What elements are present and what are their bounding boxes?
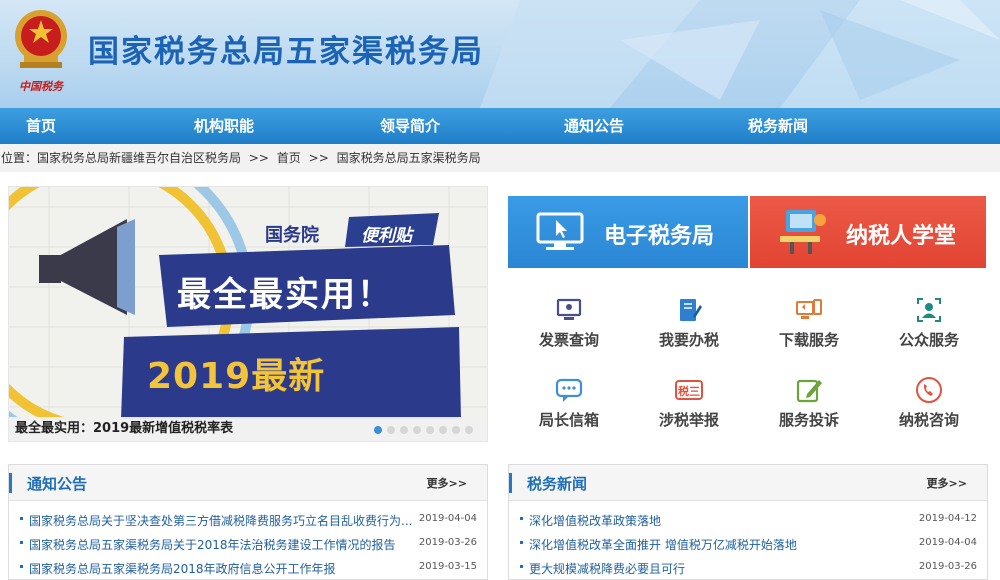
bullet-icon xyxy=(20,517,23,520)
notebook-pen-icon xyxy=(680,299,702,321)
news-link[interactable]: 深化增值税改革全面推开 增值税万亿减税开始落地 xyxy=(529,536,919,553)
notice-date: 2019-04-04 xyxy=(418,513,477,524)
breadcrumb-link-home[interactable]: 首页 xyxy=(277,151,301,165)
breadcrumb-separator: >> xyxy=(308,151,329,165)
notice-more-link[interactable]: 更多>> xyxy=(427,475,467,491)
list-item: 深化增值税改革政策落地 2019-04-12 xyxy=(509,507,987,531)
edit-note-icon xyxy=(796,379,822,403)
notice-link[interactable]: 国家税务总局五家渠税务局2018年政府信息公开工作年报 xyxy=(29,560,419,577)
bullet-icon xyxy=(20,541,23,544)
bullet-icon xyxy=(20,565,23,568)
bullet-icon xyxy=(520,565,523,568)
service-public[interactable]: 公众服务 xyxy=(884,296,974,350)
news-date: 2019-04-12 xyxy=(918,513,977,524)
service-label: 涉税举报 xyxy=(658,411,719,429)
breadcrumb-prefix: 位置： xyxy=(1,151,38,165)
slider-dot[interactable] xyxy=(465,426,473,434)
screen-cursor-icon xyxy=(536,212,584,250)
service-label: 纳税咨询 xyxy=(898,411,959,429)
service-label: 局长信箱 xyxy=(538,411,599,429)
service-handle-tax[interactable]: 我要办税 xyxy=(644,296,734,350)
news-date: 2019-04-04 xyxy=(918,537,977,548)
breadcrumb-link-province[interactable]: 国家税务总局新疆维吾尔自治区税务局 xyxy=(37,151,241,165)
notice-panel-header: 通知公告 更多>> xyxy=(9,465,487,501)
site-title: 国家税务总局五家渠税务局 xyxy=(88,34,484,70)
service-tax-report[interactable]: 税三 涉税举报 xyxy=(644,376,734,430)
nav-item-home[interactable]: 首页 xyxy=(26,108,56,144)
service-label: 公众服务 xyxy=(898,331,959,349)
site-header: 中国税务 国家税务总局五家渠税务局 xyxy=(0,0,1000,108)
list-item: 国家税务总局五家渠税务局2018年政府信息公开工作年报 2019-03-15 xyxy=(9,555,487,579)
panel-accent-bar xyxy=(9,473,12,493)
news-link[interactable]: 更大规模减税降费必要且可行 xyxy=(529,560,919,577)
panel-accent-bar xyxy=(509,473,512,493)
logo-caption: 中国税务 xyxy=(19,80,63,93)
notice-panel: 通知公告 更多>> 国家税务总局关于坚决查处第三方借减税降费服务巧立名目乱收费行… xyxy=(8,464,488,580)
notice-link[interactable]: 国家税务总局五家渠税务局关于2018年法治税务建设工作情况的报告 xyxy=(29,536,419,553)
bullet-icon xyxy=(520,517,523,520)
list-item: 深化增值税改革全面推开 增值税万亿减税开始落地 2019-04-04 xyxy=(509,531,987,555)
bullet-icon xyxy=(520,541,523,544)
notice-date: 2019-03-26 xyxy=(418,537,477,548)
service-consultation[interactable]: 纳税咨询 xyxy=(884,376,974,430)
notice-link[interactable]: 国家税务总局关于坚决查处第三方借减税降费服务巧立名目乱收费行为... xyxy=(29,512,419,529)
slider-dot[interactable] xyxy=(452,426,460,434)
news-panel-header: 税务新闻 更多>> xyxy=(509,465,987,501)
slider-dot[interactable] xyxy=(400,426,408,434)
service-download[interactable]: 下载服务 xyxy=(764,296,854,350)
list-item: 更大规模减税降费必要且可行 2019-03-26 xyxy=(509,555,987,579)
slider-dot[interactable] xyxy=(426,426,434,434)
service-director-mailbox[interactable]: 局长信箱 xyxy=(524,376,614,430)
taxpayer-school-button[interactable]: 纳税人学堂 xyxy=(750,196,986,268)
service-label: 下载服务 xyxy=(778,331,839,349)
e-tax-bureau-label: 电子税务局 xyxy=(604,224,715,249)
list-item: 国家税务总局关于坚决查处第三方借减税降费服务巧立名目乱收费行为... 2019-… xyxy=(9,507,487,531)
chat-bubble-icon xyxy=(555,378,583,402)
svg-text:税三: 税三 xyxy=(678,384,700,398)
nav-item-news[interactable]: 税务新闻 xyxy=(748,108,808,144)
service-complaint[interactable]: 服务投诉 xyxy=(764,376,854,430)
download-devices-icon xyxy=(796,299,822,319)
news-date: 2019-03-26 xyxy=(918,561,977,572)
service-label: 发票查询 xyxy=(538,331,599,349)
news-panel: 税务新闻 更多>> 深化增值税改革政策落地 2019-04-12 深化增值税改革… xyxy=(508,464,988,580)
public-user-icon xyxy=(917,298,941,322)
nav-item-notices[interactable]: 通知公告 xyxy=(564,108,624,144)
news-panel-title: 税务新闻 xyxy=(527,475,588,493)
tax-emblem-logo[interactable]: 中国税务 xyxy=(10,6,72,93)
monitor-icon xyxy=(556,298,582,320)
slider-dot[interactable] xyxy=(439,426,447,434)
slider-dot[interactable] xyxy=(374,426,382,434)
tax-report-icon: 税三 xyxy=(675,380,703,400)
service-label: 服务投诉 xyxy=(778,411,839,429)
list-item: 国家税务总局五家渠税务局关于2018年法治税务建设工作情况的报告 2019-03… xyxy=(9,531,487,555)
phone-icon xyxy=(916,377,942,403)
main-nav: 首页 机构职能 领导简介 通知公告 税务新闻 xyxy=(0,108,1000,144)
slide-tag-state-council: 国务院 xyxy=(265,225,319,246)
national-emblem-icon xyxy=(15,10,67,68)
slide-subline: 2019最新 xyxy=(147,356,326,397)
e-tax-bureau-button[interactable]: 电子税务局 xyxy=(508,196,748,268)
breadcrumb-separator: >> xyxy=(248,151,269,165)
nav-item-leaders[interactable]: 领导简介 xyxy=(380,108,440,144)
computer-desk-icon xyxy=(780,210,826,254)
image-slider[interactable]: 国务院 便利贴 最全最实用！ 2019最新 最全最实用：2019最新增值税税率表 xyxy=(8,186,488,442)
breadcrumb-current[interactable]: 国家税务总局五家渠税务局 xyxy=(337,151,481,165)
service-label: 我要办税 xyxy=(658,331,719,349)
breadcrumb: 位置：国家税务总局新疆维吾尔自治区税务局 >> 首页 >> 国家税务总局五家渠税… xyxy=(0,144,1000,172)
slide-headline: 最全最实用！ xyxy=(177,275,393,315)
news-more-link[interactable]: 更多>> xyxy=(927,475,967,491)
taxpayer-school-label: 纳税人学堂 xyxy=(846,224,957,249)
slider-dots xyxy=(374,426,473,434)
nav-item-functions[interactable]: 机构职能 xyxy=(194,108,254,144)
service-invoice-query[interactable]: 发票查询 xyxy=(524,296,614,350)
slide-tag-convenience: 便利贴 xyxy=(361,226,412,246)
notice-panel-title: 通知公告 xyxy=(27,475,88,493)
notice-date: 2019-03-15 xyxy=(418,561,477,572)
news-link[interactable]: 深化增值税改革政策落地 xyxy=(529,512,919,529)
slider-dot[interactable] xyxy=(387,426,395,434)
slider-dot[interactable] xyxy=(413,426,421,434)
